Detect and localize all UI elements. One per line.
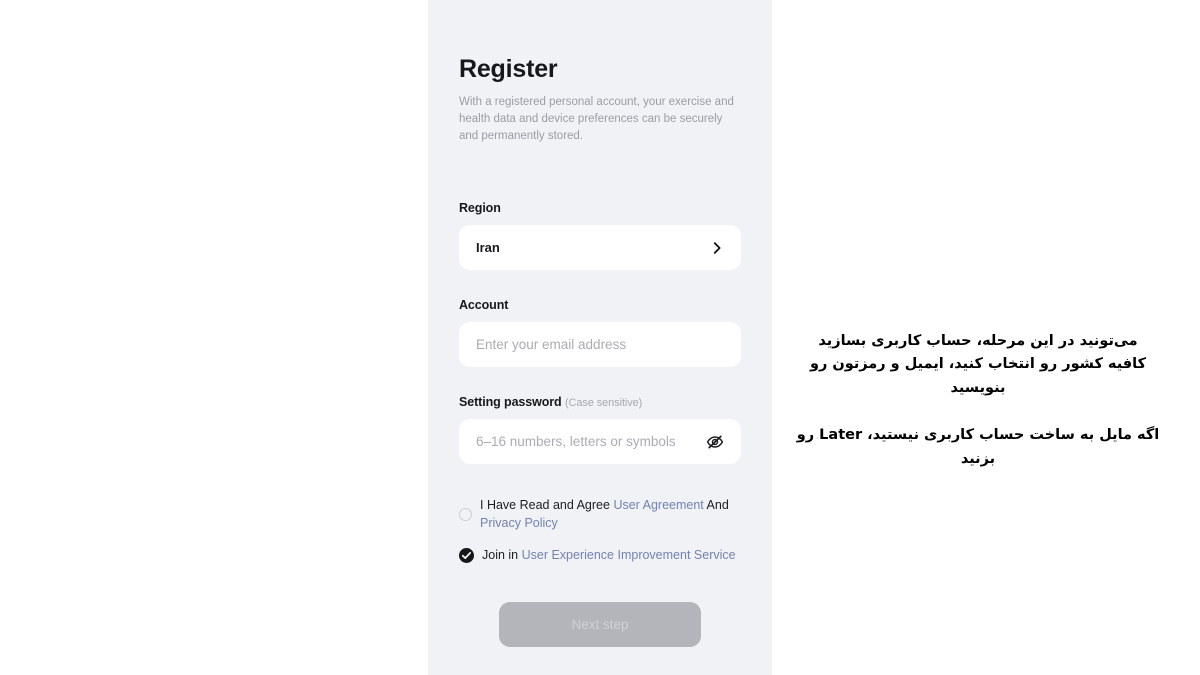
terms-consent-row[interactable]: I Have Read and Agree User Agreement And… xyxy=(459,496,741,532)
password-field-placeholder[interactable]: 6–16 numbers, letters or symbols xyxy=(476,434,706,449)
ux-checkbox[interactable] xyxy=(459,547,474,563)
eye-off-icon[interactable] xyxy=(706,433,724,451)
terms-checkbox[interactable] xyxy=(459,507,472,521)
annotation-line-3: اگه مایل به ساخت حساب کاربری نیستید، Lat… xyxy=(796,427,1160,467)
region-label: Region xyxy=(459,201,501,216)
user-agreement-link[interactable]: User Agreement xyxy=(613,498,703,512)
email-field-wrapper[interactable]: Enter your email address xyxy=(459,322,741,368)
consent-block: I Have Read and Agree User Agreement And… xyxy=(459,496,741,564)
password-case-sensitive-note: (Case sensitive) xyxy=(564,397,643,410)
ux-consent-row[interactable]: Join in User Experience Improvement Serv… xyxy=(459,546,741,564)
next-step-button[interactable]: Next step xyxy=(499,602,701,648)
privacy-policy-link[interactable]: Privacy Policy xyxy=(480,516,558,530)
ux-consent-text: Join in User Experience Improvement Serv… xyxy=(482,546,736,564)
region-value: Iran xyxy=(476,240,500,256)
annotation-overlay: می‌تونید در این مرحله، حساب کاربری بسازی… xyxy=(790,330,1166,471)
terms-consent-text: I Have Read and Agree User Agreement And… xyxy=(480,496,738,532)
annotation-line-2: کافیه کشور رو انتخاب کنید، ایمیل و رمزتو… xyxy=(809,356,1147,396)
page-title: Register xyxy=(459,55,558,83)
register-panel: Register With a registered personal acco… xyxy=(428,0,772,675)
annotation-paragraph-1: می‌تونید در این مرحله، حساب کاربری بسازی… xyxy=(790,330,1166,400)
password-field-wrapper[interactable]: 6–16 numbers, letters or symbols xyxy=(459,419,741,465)
page-subtitle: With a registered personal account, your… xyxy=(459,96,734,143)
password-label-text: Setting password xyxy=(459,395,562,410)
next-step-label: Next step xyxy=(571,617,629,633)
terms-text-before: I Have Read and Agree xyxy=(480,498,614,513)
ux-improvement-service-link[interactable]: User Experience Improvement Service xyxy=(522,548,736,562)
chevron-right-icon xyxy=(710,241,724,255)
password-label: Setting password (Case sensitive) xyxy=(459,395,741,409)
annotation-paragraph-2: اگه مایل به ساخت حساب کاربری نیستید، Lat… xyxy=(790,424,1166,471)
terms-text-middle: And xyxy=(703,498,729,513)
ux-text-before: Join in xyxy=(482,548,522,563)
account-label: Account xyxy=(459,298,509,313)
annotation-line-1: می‌تونید در این مرحله، حساب کاربری بسازی… xyxy=(818,333,1138,349)
email-field-placeholder[interactable]: Enter your email address xyxy=(476,337,724,352)
region-select[interactable]: Iran xyxy=(459,225,741,271)
